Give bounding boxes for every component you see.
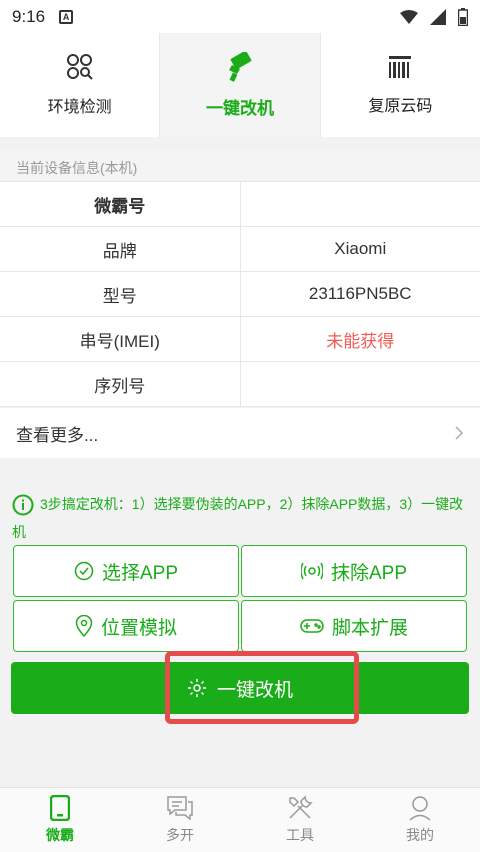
table-row: 序列号 bbox=[0, 362, 480, 407]
table-row: 串号(IMEI) 未能获得 bbox=[0, 317, 480, 362]
tab-restore-code[interactable]: 复原云码 bbox=[321, 33, 480, 137]
select-app-button[interactable]: 选择APP bbox=[13, 545, 239, 597]
location-simulation-label: 位置模拟 bbox=[100, 617, 177, 639]
battery-icon bbox=[458, 7, 468, 26]
nav-label-mine: 我的 bbox=[406, 827, 434, 843]
nav-item-multi-open[interactable]: 多开 bbox=[120, 788, 240, 852]
nav-item-weiba[interactable]: 微霸 bbox=[0, 788, 120, 852]
phone-icon bbox=[50, 795, 70, 821]
signal-icon bbox=[430, 8, 446, 25]
info-value: Xiaomi bbox=[334, 239, 387, 258]
erase-app-button[interactable]: 抹除APP bbox=[241, 545, 467, 597]
info-value bbox=[241, 182, 480, 226]
user-icon bbox=[409, 796, 431, 821]
nav-label-weiba: 微霸 bbox=[46, 827, 74, 843]
info-value: 未能获得 bbox=[326, 331, 395, 351]
check-circle-icon bbox=[74, 561, 94, 581]
location-pin-icon bbox=[75, 615, 93, 637]
view-more-label: 查看更多... bbox=[16, 425, 99, 445]
one-click-modify-button[interactable]: 一键改机 bbox=[11, 662, 469, 714]
sparkle-icon bbox=[187, 679, 206, 697]
status-bar: 9:16 A bbox=[0, 0, 480, 33]
tab-env-check[interactable]: 环境检测 bbox=[0, 33, 161, 137]
nav-item-mine[interactable]: 我的 bbox=[360, 788, 480, 852]
chevron-right-icon bbox=[455, 426, 464, 440]
tip-text: 3步搞定改机：1）选择要伪装的APP，2）抹除APP数据，3）一键改机 bbox=[12, 496, 464, 540]
gamepad-icon bbox=[300, 619, 324, 633]
table-row: 型号 23116PN5BC bbox=[0, 272, 480, 317]
top-tabs: 环境检测 一键改机 复原云码 bbox=[0, 33, 480, 137]
wifi-icon bbox=[400, 9, 418, 24]
circles-search-icon bbox=[66, 54, 93, 80]
tab-restore-code-label: 复原云码 bbox=[368, 98, 433, 115]
location-simulation-button[interactable]: 位置模拟 bbox=[13, 600, 239, 652]
nav-item-tools[interactable]: 工具 bbox=[240, 788, 360, 852]
info-value bbox=[241, 362, 480, 406]
brush-icon bbox=[228, 51, 252, 82]
info-key: 序列号 bbox=[0, 362, 241, 406]
info-value: 23116PN5BC bbox=[308, 284, 412, 303]
status-time: 9:16 bbox=[12, 6, 46, 26]
status-icons bbox=[400, 7, 468, 26]
table-row: 品牌 Xiaomi bbox=[0, 227, 480, 272]
info-key: 型号 bbox=[0, 272, 241, 316]
info-icon bbox=[12, 494, 34, 516]
barcode-icon bbox=[389, 56, 412, 78]
tab-one-click-modify[interactable]: 一键改机 bbox=[160, 33, 321, 137]
script-extension-label: 脚本扩展 bbox=[331, 617, 408, 639]
info-key: 串号(IMEI) bbox=[0, 317, 241, 361]
view-more-row[interactable]: 查看更多... bbox=[0, 408, 480, 458]
nav-label-multi-open: 多开 bbox=[166, 827, 194, 843]
bottom-nav: 微霸 多开 工具 我的 bbox=[0, 787, 480, 852]
info-key: 微霸号 bbox=[0, 182, 241, 226]
chat-bubbles-icon bbox=[167, 796, 193, 821]
tab-one-click-modify-label: 一键改机 bbox=[205, 98, 274, 118]
tab-env-check-label: 环境检测 bbox=[47, 99, 112, 116]
tools-icon bbox=[289, 795, 313, 819]
select-app-label: 选择APP bbox=[101, 562, 179, 584]
script-extension-button[interactable]: 脚本扩展 bbox=[241, 600, 467, 652]
section-title: 当前设备信息(本机) bbox=[0, 150, 480, 182]
one-click-modify-label: 一键改机 bbox=[216, 679, 293, 701]
notification-icon: A bbox=[59, 9, 74, 24]
device-info-table: 微霸号 品牌 Xiaomi 型号 23116PN5BC 串号(IMEI) 未能获… bbox=[0, 181, 480, 407]
erase-broadcast-icon bbox=[300, 562, 323, 580]
table-row: 微霸号 bbox=[0, 182, 480, 227]
erase-app-label: 抹除APP bbox=[330, 562, 408, 584]
nav-label-tools: 工具 bbox=[286, 827, 314, 843]
tip-text-block: 3步搞定改机：1）选择要伪装的APP，2）抹除APP数据，3）一键改机 bbox=[12, 490, 472, 546]
info-key: 品牌 bbox=[0, 227, 241, 271]
